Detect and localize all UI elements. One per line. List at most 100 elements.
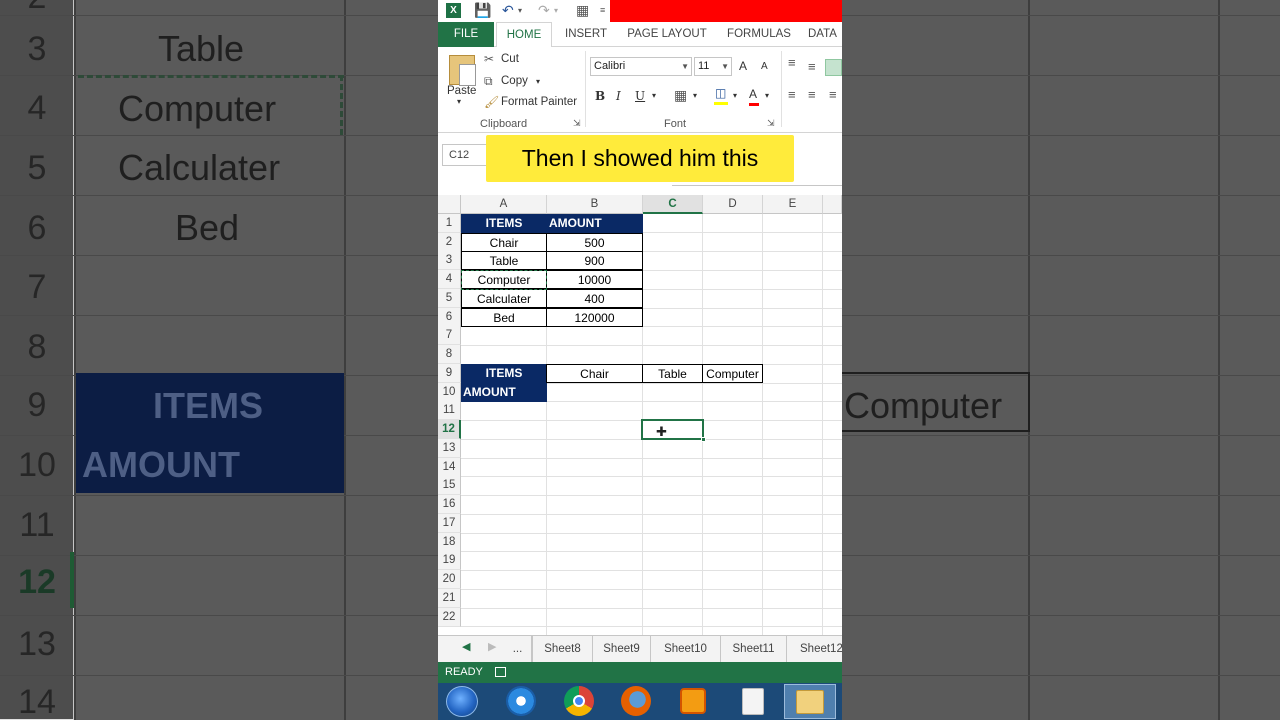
column-header-a[interactable]: A (461, 195, 547, 214)
fill-color-icon[interactable]: ◫ (715, 86, 726, 100)
align-center-icon[interactable]: ≡ (808, 87, 816, 102)
row-header[interactable]: 8 (438, 345, 461, 364)
sheet-tab[interactable]: Sheet9 (593, 636, 651, 662)
chevron-down-icon[interactable]: ▾ (536, 77, 540, 86)
media-player-icon[interactable] (680, 688, 706, 714)
undo-icon[interactable]: ↶ (502, 2, 514, 19)
chevron-down-icon[interactable]: ▾ (693, 91, 697, 100)
row-header[interactable]: 17 (438, 514, 461, 533)
row-header[interactable]: 4 (438, 270, 461, 289)
chevron-down-icon[interactable]: ▾ (733, 91, 737, 100)
paste-icon[interactable] (449, 55, 476, 86)
row-header[interactable]: 5 (438, 289, 461, 308)
row-header[interactable]: 6 (438, 308, 461, 327)
item-cell[interactable]: Calculater (461, 289, 547, 308)
table-header-amount[interactable]: AMOUNT (547, 214, 643, 233)
macro-record-icon[interactable] (495, 667, 506, 677)
chevron-down-icon[interactable]: ▾ (518, 6, 522, 15)
column-header-e[interactable]: E (763, 195, 823, 214)
align-right-icon[interactable]: ≡ (829, 87, 837, 102)
file-icon[interactable] (742, 688, 764, 715)
row-header[interactable]: 15 (438, 476, 461, 495)
amount-label-cell[interactable]: AMOUNT (461, 383, 547, 402)
table-header-items[interactable]: ITEMS (461, 214, 547, 233)
font-name-combo[interactable]: Calibri ▼ (590, 57, 692, 76)
bold-button[interactable]: B (595, 89, 605, 103)
column-header-d[interactable]: D (703, 195, 763, 214)
row-header[interactable]: 10 (438, 383, 461, 402)
amount-cell[interactable]: 10000 (546, 270, 643, 289)
active-cell-c12[interactable] (641, 419, 706, 442)
row-header[interactable]: 1 (438, 214, 461, 233)
dialog-launcher-icon[interactable]: ⇲ (573, 118, 581, 129)
row-header[interactable]: 11 (438, 401, 461, 420)
more-sheets[interactable]: ... (504, 636, 532, 662)
font-size-combo[interactable]: 11 ▼ (694, 57, 732, 76)
scroll-left-icon[interactable]: ◀ (462, 640, 470, 653)
windows-start-icon[interactable] (446, 686, 478, 717)
sheet-tab[interactable]: Sheet8 (532, 636, 593, 662)
amount-cell[interactable]: 120000 (546, 308, 643, 327)
chevron-down-icon[interactable]: ▾ (457, 97, 461, 106)
amount-cell[interactable]: 500 (546, 233, 643, 252)
underline-button[interactable]: U (635, 89, 645, 103)
cut-button[interactable]: Cut (501, 53, 519, 65)
chrome-icon[interactable] (564, 686, 594, 716)
firefox-icon[interactable] (621, 686, 651, 716)
transposed-item-cell[interactable]: Table (642, 364, 703, 383)
grow-font-button[interactable]: A (739, 59, 747, 73)
column-header-f[interactable] (823, 195, 842, 214)
align-bottom-icon[interactable] (825, 59, 842, 76)
row-header[interactable]: 18 (438, 533, 461, 552)
amount-cell[interactable]: 900 (546, 251, 643, 270)
format-painter-button[interactable]: Format Painter (501, 96, 577, 108)
row-header[interactable]: 22 (438, 608, 461, 627)
font-color-button[interactable]: A (749, 87, 757, 101)
tab-file[interactable]: FILE (438, 22, 494, 47)
tab-data[interactable]: DATA (808, 22, 842, 47)
row-header-selected[interactable]: 12 (438, 420, 461, 439)
row-header[interactable]: 20 (438, 570, 461, 589)
row-header[interactable]: 21 (438, 589, 461, 608)
amount-cell[interactable]: 400 (546, 289, 643, 308)
align-left-icon[interactable]: ≡ (788, 87, 796, 102)
column-header-b[interactable]: B (547, 195, 643, 214)
chevron-down-icon[interactable]: ▾ (652, 91, 656, 100)
paste-button[interactable]: Paste (447, 85, 476, 97)
row-header[interactable]: 14 (438, 458, 461, 477)
transposed-item-cell[interactable]: Chair (546, 364, 643, 383)
chevron-down-icon[interactable]: ▾ (554, 6, 558, 15)
dialog-launcher-icon[interactable]: ⇲ (767, 118, 775, 129)
shrink-font-button[interactable]: A (761, 61, 768, 72)
item-cell[interactable]: Bed (461, 308, 547, 327)
tab-home[interactable]: HOME (496, 22, 552, 47)
customize-icon[interactable]: ≡ (600, 5, 605, 15)
sheet-tab[interactable]: Sheet12 (787, 636, 842, 662)
align-top-icon[interactable]: ≡ (788, 55, 796, 70)
items-label-cell[interactable]: ITEMS (461, 364, 547, 383)
row-header[interactable]: 3 (438, 251, 461, 270)
fill-handle[interactable] (701, 437, 706, 442)
redo-icon[interactable]: ↷ (538, 2, 550, 19)
align-middle-icon[interactable]: ≡ (808, 59, 816, 74)
borders-icon[interactable]: ▦ (674, 87, 687, 104)
tab-formulas[interactable]: FORMULAS (724, 22, 794, 47)
row-header[interactable]: 7 (438, 326, 461, 345)
file-explorer-icon[interactable] (796, 690, 824, 714)
tab-page-layout[interactable]: PAGE LAYOUT (624, 22, 710, 47)
transposed-item-cell[interactable]: Computer (702, 364, 763, 383)
chevron-down-icon[interactable]: ▾ (765, 91, 769, 100)
save-icon[interactable]: 💾 (474, 2, 491, 19)
row-header[interactable]: 9 (438, 364, 461, 383)
row-header[interactable]: 19 (438, 551, 461, 570)
internet-explorer-icon[interactable] (506, 686, 536, 716)
column-header-c[interactable]: C (643, 195, 703, 214)
copy-button[interactable]: Copy (501, 75, 528, 87)
sheet-tab[interactable]: Sheet10 (651, 636, 721, 662)
italic-button[interactable]: I (616, 89, 621, 103)
scroll-right-icon[interactable]: ▶ (488, 640, 496, 653)
border-icon[interactable]: ▦ (576, 2, 589, 19)
tab-insert[interactable]: INSERT (562, 22, 610, 47)
item-cell[interactable]: Chair (461, 233, 547, 252)
row-header[interactable]: 2 (438, 233, 461, 252)
